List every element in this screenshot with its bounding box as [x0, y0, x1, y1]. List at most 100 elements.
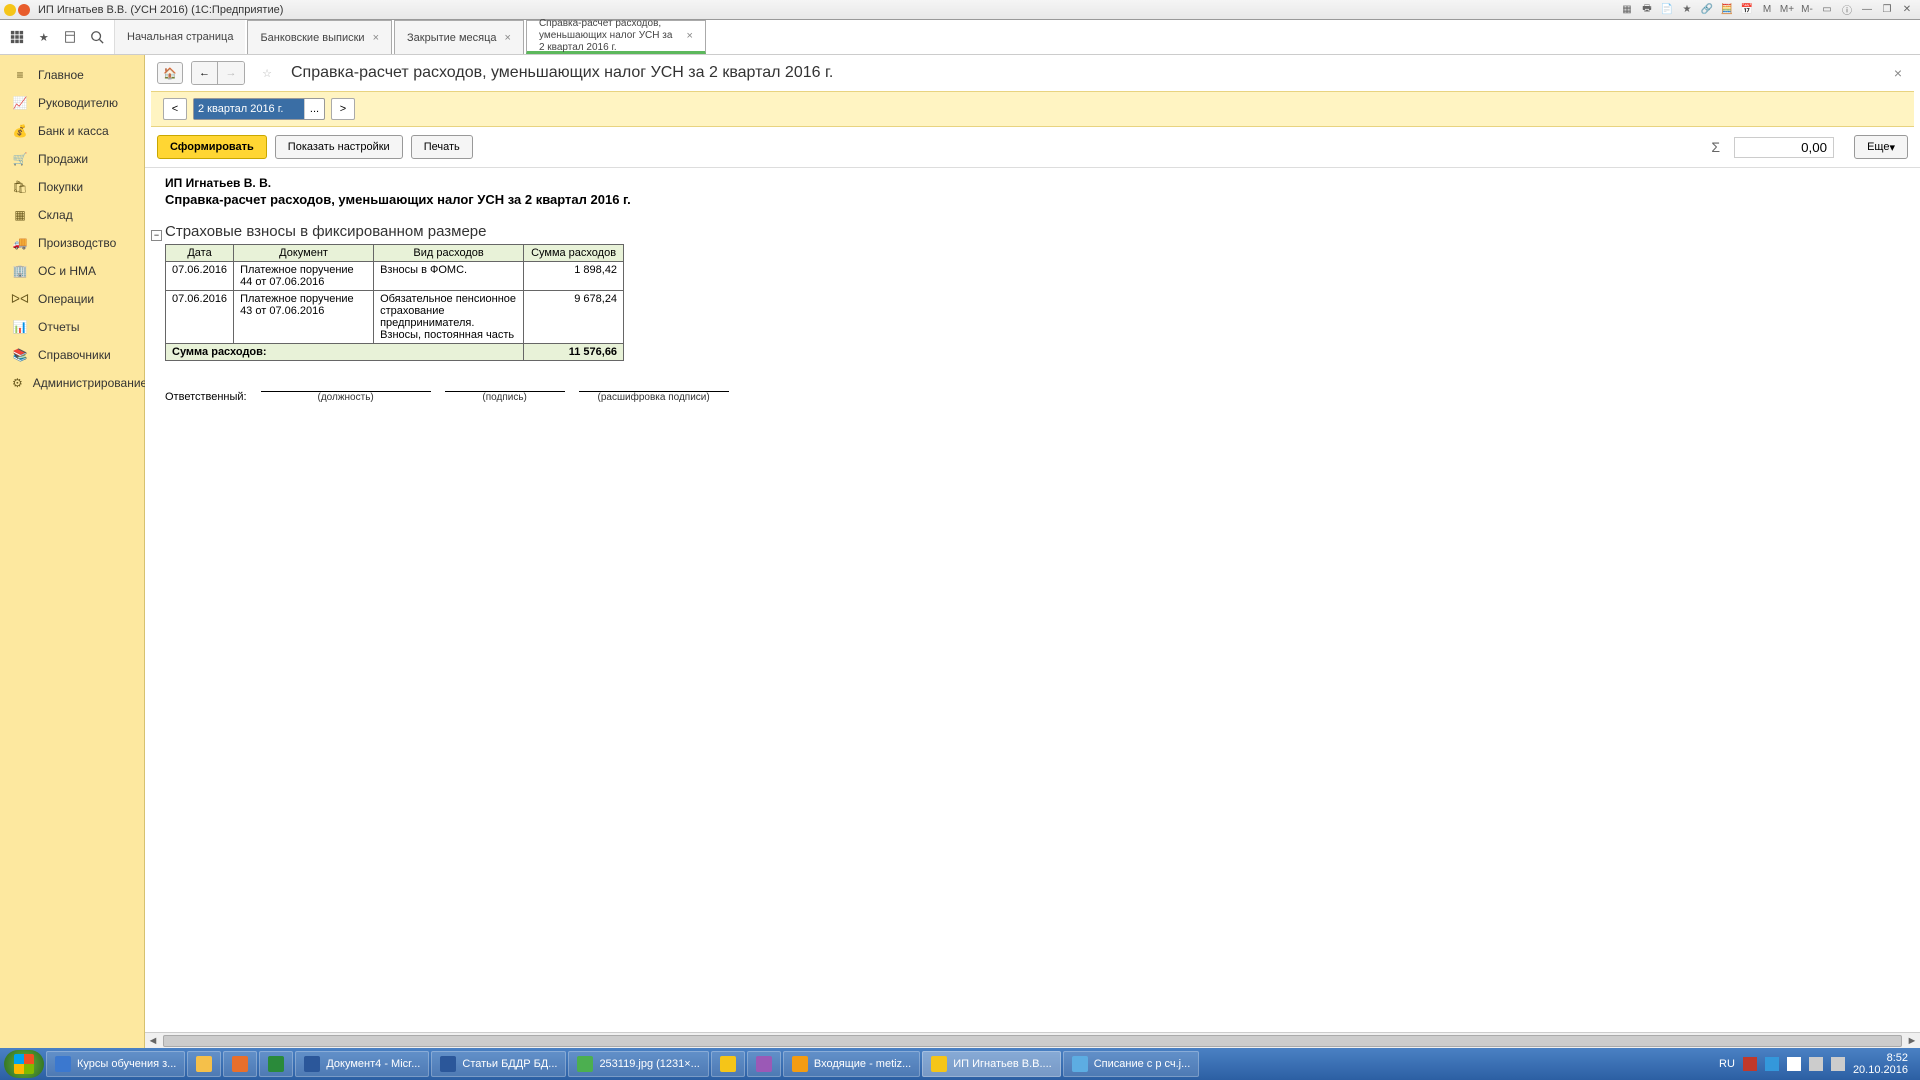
report-body: − ИП Игнатьев В. В. Справка-расчет расхо…: [145, 168, 1920, 1032]
period-input-wrap: ...: [193, 98, 325, 120]
task-item[interactable]: [259, 1051, 293, 1077]
calendar-icon[interactable]: 📅: [1738, 2, 1756, 18]
page-title: Справка-расчет расходов, уменьшающих нал…: [291, 64, 833, 82]
show-settings-button[interactable]: Показать настройки: [275, 135, 403, 159]
task-item[interactable]: [187, 1051, 221, 1077]
cell-kind: Обязательное пенсионное страхование пред…: [374, 291, 524, 344]
sidebar-item-assets[interactable]: 🏢ОС и НМА: [0, 257, 144, 285]
sidebar-item-operations[interactable]: ᐅᐊОперации: [0, 285, 144, 313]
tab-label: Начальная страница: [127, 31, 233, 43]
tab-bank[interactable]: Банковские выписки×: [247, 20, 392, 54]
close-page-button[interactable]: ×: [1888, 65, 1908, 81]
tab-home[interactable]: Начальная страница: [115, 20, 245, 54]
volume-icon[interactable]: [1809, 1057, 1823, 1071]
back-button[interactable]: ←: [192, 62, 218, 84]
sidebar-item-catalogs[interactable]: 📚Справочники: [0, 341, 144, 369]
tray-icon[interactable]: [1787, 1057, 1801, 1071]
print-button[interactable]: Печать: [411, 135, 473, 159]
tray-icon[interactable]: [1743, 1057, 1757, 1071]
sidebar-item-production[interactable]: 🚚Производство: [0, 229, 144, 257]
task-item[interactable]: Курсы обучения з...: [46, 1051, 185, 1077]
scroll-right-icon[interactable]: ►: [1904, 1034, 1920, 1048]
task-item[interactable]: ИП Игнатьев В.В....: [922, 1051, 1060, 1077]
sidebar-item-bank[interactable]: 💰Банк и касса: [0, 117, 144, 145]
minimize-icon[interactable]: —: [1858, 2, 1876, 18]
memory-m[interactable]: M: [1758, 2, 1776, 18]
tabs-toolbar: ★: [0, 20, 115, 54]
workspace: ≡Главное 📈Руководителю 💰Банк и касса 🛒Пр…: [0, 55, 1920, 1048]
table-row[interactable]: 07.06.2016 Платежное поручение 44 от 07.…: [166, 262, 624, 291]
collapse-button[interactable]: −: [151, 230, 162, 241]
network-icon[interactable]: [1831, 1057, 1845, 1071]
star-icon[interactable]: ★: [37, 28, 52, 46]
task-item[interactable]: [711, 1051, 745, 1077]
home-button[interactable]: 🏠: [157, 62, 183, 84]
task-item[interactable]: Документ4 - Мicr...: [295, 1051, 429, 1077]
language-indicator[interactable]: RU: [1719, 1058, 1735, 1070]
period-prev-button[interactable]: <: [163, 98, 187, 120]
apps-icon[interactable]: [10, 28, 25, 46]
col-doc: Документ: [234, 245, 374, 262]
tool-icon-3[interactable]: 📄: [1658, 2, 1676, 18]
task-item[interactable]: 253119.jpg (1231×...: [568, 1051, 708, 1077]
period-picker-button[interactable]: ...: [304, 99, 324, 119]
tab-close-icon[interactable]: ×: [373, 32, 379, 44]
period-input[interactable]: [194, 99, 304, 119]
info-icon[interactable]: ⓘ: [1838, 2, 1856, 18]
tab-report[interactable]: Справка-расчет расходов, уменьшающих нал…: [526, 20, 706, 54]
sidebar-item-manager[interactable]: 📈Руководителю: [0, 89, 144, 117]
report-subtitle: Справка-расчет расходов, уменьшающих нал…: [165, 192, 1900, 207]
clock[interactable]: 8:52 20.10.2016: [1853, 1052, 1908, 1076]
tool-icon-1[interactable]: ▦: [1618, 2, 1636, 18]
horizontal-scrollbar[interactable]: ◄ ►: [145, 1032, 1920, 1048]
cell-kind: Взносы в ФОМС.: [374, 262, 524, 291]
history-icon[interactable]: [63, 28, 78, 46]
sidebar: ≡Главное 📈Руководителю 💰Банк и касса 🛒Пр…: [0, 55, 145, 1048]
memory-mminus[interactable]: M-: [1798, 2, 1816, 18]
close-icon[interactable]: ✕: [1898, 2, 1916, 18]
favorite-icon[interactable]: ★: [1678, 2, 1696, 18]
panel-icon[interactable]: ▭: [1818, 2, 1836, 18]
dropdown-icon[interactable]: [18, 4, 30, 16]
task-label: Статьи БДДР БД...: [462, 1058, 557, 1070]
sidebar-item-purchases[interactable]: 🛍Покупки: [0, 173, 144, 201]
task-item[interactable]: Входящие - metiz...: [783, 1051, 920, 1077]
search-icon[interactable]: [90, 28, 105, 46]
cell-date: 07.06.2016: [166, 291, 234, 344]
tab-close-icon[interactable]: ×: [687, 30, 693, 42]
forward-button[interactable]: →: [218, 62, 244, 84]
system-tray: RU 8:52 20.10.2016: [1719, 1052, 1916, 1076]
cell-sum: 9 678,24: [524, 291, 624, 344]
sidebar-item-main[interactable]: ≡Главное: [0, 61, 144, 89]
task-item[interactable]: [223, 1051, 257, 1077]
ops-icon: ᐅᐊ: [12, 291, 28, 307]
scroll-left-icon[interactable]: ◄: [145, 1034, 161, 1048]
asset-icon: 🏢: [12, 263, 28, 279]
task-item[interactable]: Статьи БДДР БД...: [431, 1051, 566, 1077]
restore-icon[interactable]: ❐: [1878, 2, 1896, 18]
task-item[interactable]: [747, 1051, 781, 1077]
favorite-button[interactable]: ☆: [257, 63, 277, 83]
sidebar-item-admin[interactable]: ⚙Администрирование: [0, 369, 144, 397]
period-bar: < ... >: [151, 91, 1914, 127]
sum-field[interactable]: [1734, 137, 1834, 158]
company-name: ИП Игнатьев В. В.: [165, 176, 1900, 190]
calc-icon[interactable]: 🧮: [1718, 2, 1736, 18]
tray-icon[interactable]: [1765, 1057, 1779, 1071]
start-button[interactable]: [4, 1050, 44, 1078]
generate-button[interactable]: Сформировать: [157, 135, 267, 159]
more-button[interactable]: Еще ▾: [1854, 135, 1908, 159]
tab-closing[interactable]: Закрытие месяца×: [394, 20, 524, 54]
sidebar-item-warehouse[interactable]: ▦Склад: [0, 201, 144, 229]
period-next-button[interactable]: >: [331, 98, 355, 120]
table-row[interactable]: 07.06.2016 Платежное поручение 43 от 07.…: [166, 291, 624, 344]
tool-icon-2[interactable]: 🖶: [1638, 2, 1656, 18]
sidebar-item-label: Склад: [38, 208, 73, 222]
tool-icon-5[interactable]: 🔗: [1698, 2, 1716, 18]
scroll-thumb[interactable]: [163, 1035, 1902, 1047]
sidebar-item-reports[interactable]: 📊Отчеты: [0, 313, 144, 341]
memory-mplus[interactable]: M+: [1778, 2, 1796, 18]
task-item[interactable]: Списание с р сч.j...: [1063, 1051, 1200, 1077]
tab-close-icon[interactable]: ×: [505, 32, 511, 44]
sidebar-item-sales[interactable]: 🛒Продажи: [0, 145, 144, 173]
